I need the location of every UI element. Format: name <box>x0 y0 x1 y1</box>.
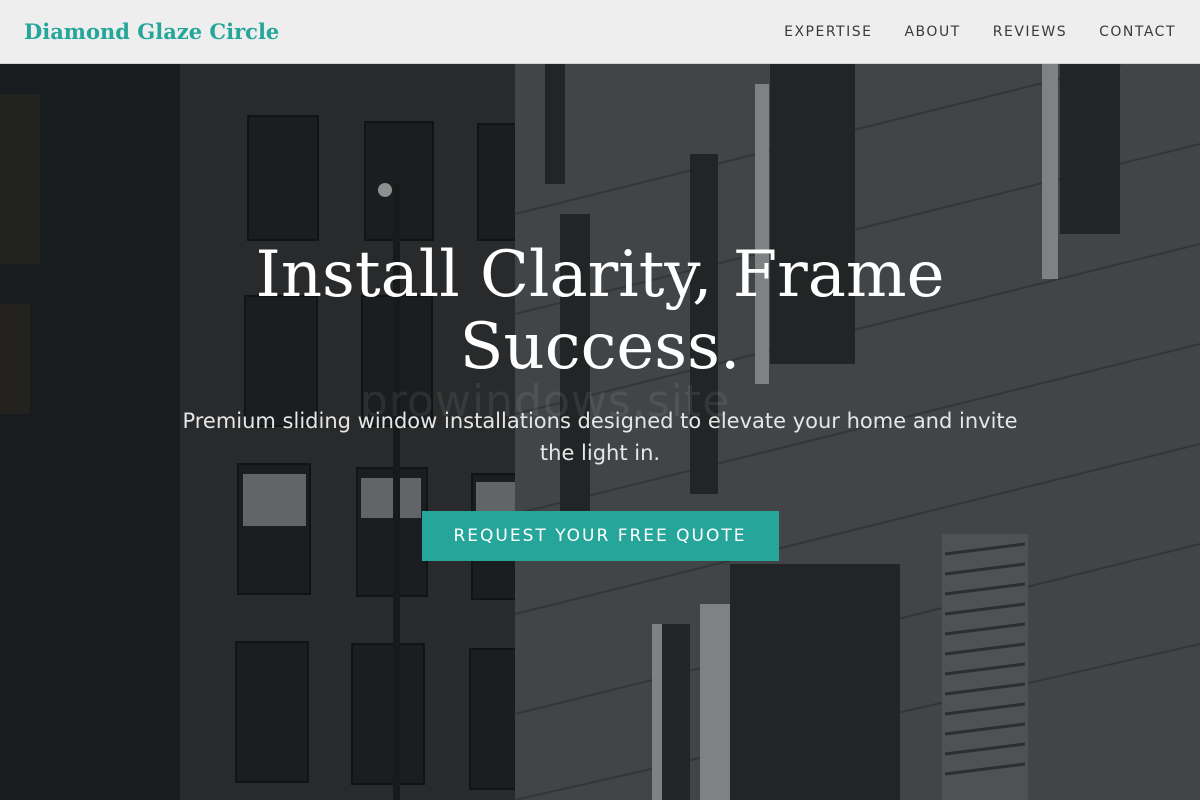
nav-item-contact[interactable]: CONTACT <box>1099 24 1176 40</box>
hero-subtitle: Premium sliding window installations des… <box>182 409 1018 465</box>
nav-item-about[interactable]: ABOUT <box>904 24 960 40</box>
request-quote-button[interactable]: REQUEST YOUR FREE QUOTE <box>421 511 779 561</box>
site-header: Diamond Glaze Circle EXPERTISE ABOUT REV… <box>0 0 1200 64</box>
nav-item-reviews[interactable]: REVIEWS <box>993 24 1067 40</box>
brand-logo[interactable]: Diamond Glaze Circle <box>24 19 279 44</box>
hero-section: prowindows.site Install Clarity, Frame S… <box>0 64 1200 800</box>
hero-title: Install Clarity, Frame Success. <box>255 238 945 384</box>
nav-item-expertise[interactable]: EXPERTISE <box>784 24 872 40</box>
main-nav: EXPERTISE ABOUT REVIEWS CONTACT <box>784 24 1176 40</box>
hero-content: Install Clarity, Frame Success. Premium … <box>0 239 1200 561</box>
